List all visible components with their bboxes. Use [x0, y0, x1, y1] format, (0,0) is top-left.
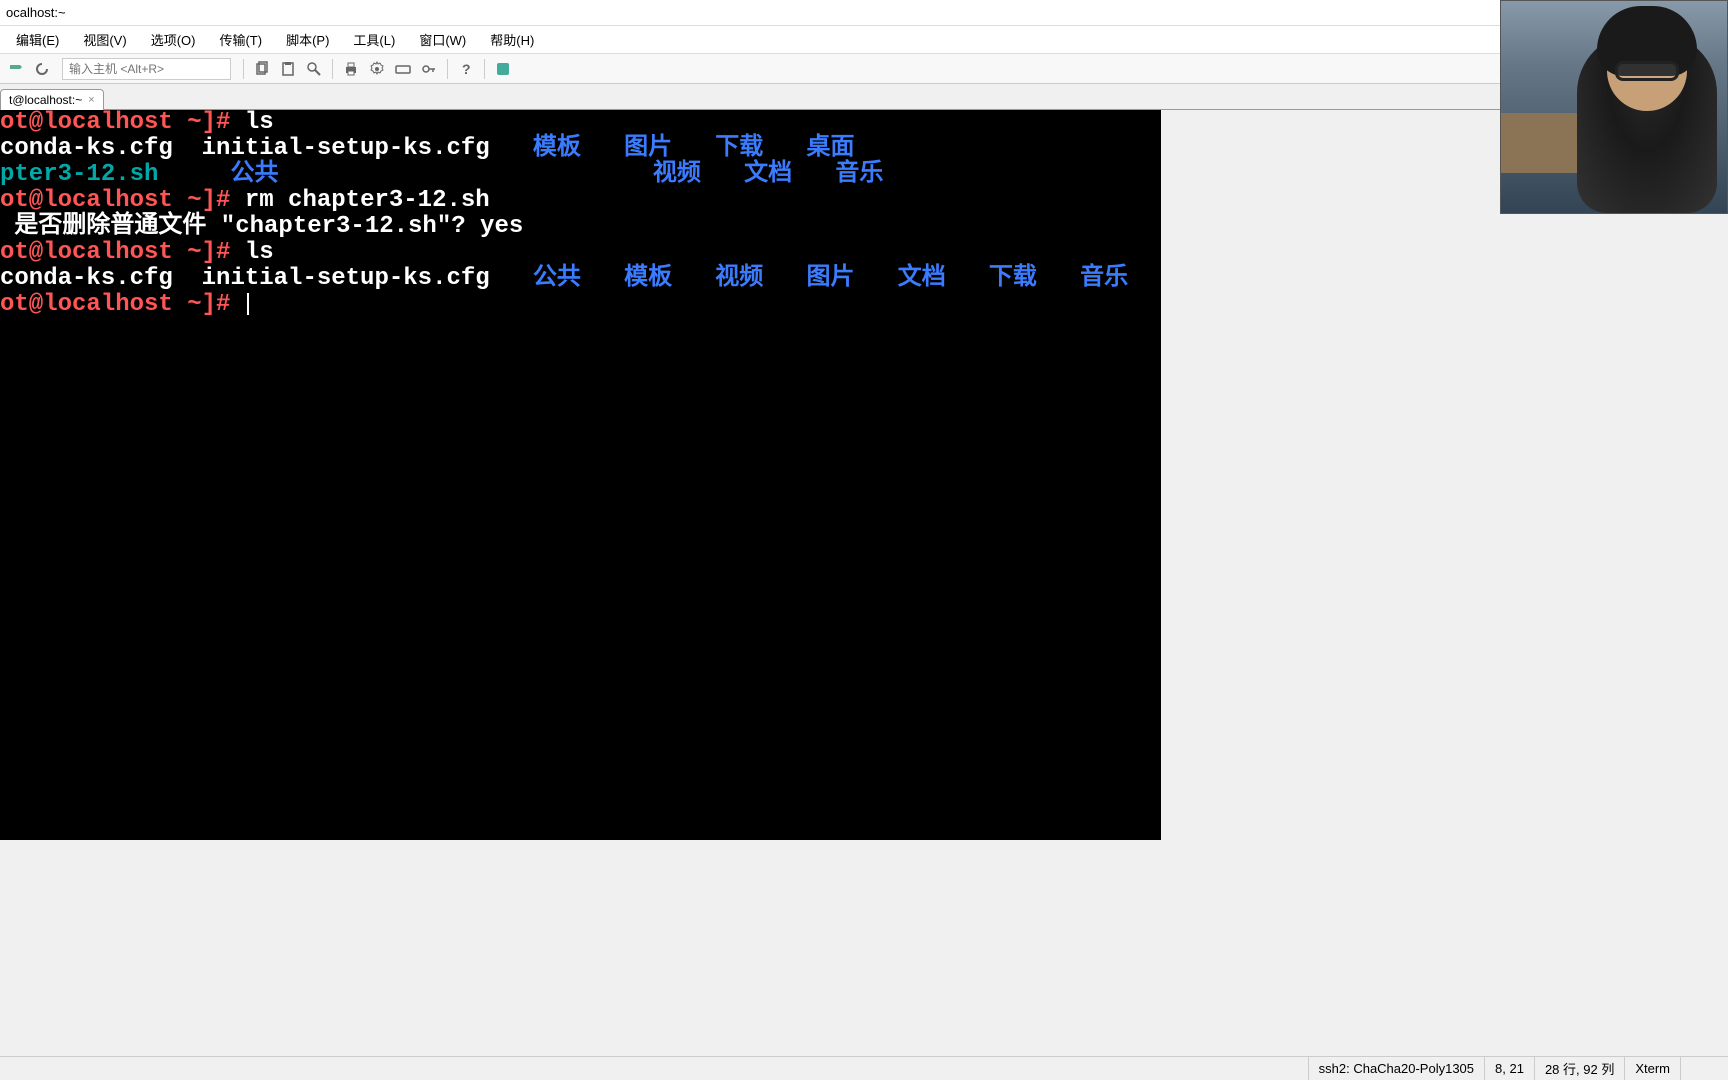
command-text: ls [245, 239, 274, 266]
reconnect-icon[interactable] [30, 57, 54, 81]
prompt: ot@localhost ~]# [0, 110, 245, 136]
help-icon[interactable]: ? [454, 57, 478, 81]
keyboard-icon[interactable] [391, 57, 415, 81]
statusbar: ssh2: ChaCha20-Poly1305 8, 21 28 行, 92 列… [0, 1056, 1728, 1080]
settings-icon[interactable] [365, 57, 389, 81]
app-icon[interactable] [491, 57, 515, 81]
menu-options[interactable]: 选项(O) [139, 26, 208, 53]
rm-confirm-text: 是否删除普通文件 "chapter3-12.sh"? yes [0, 213, 523, 240]
tab-close-icon[interactable]: × [88, 94, 94, 106]
tabbar: t@localhost:~ × [0, 84, 1728, 110]
status-cursor-pos: 8, 21 [1484, 1057, 1534, 1080]
webcam-person-glasses [1615, 61, 1679, 81]
find-icon[interactable] [302, 57, 326, 81]
connect-icon[interactable] [4, 57, 28, 81]
menu-tools[interactable]: 工具(L) [341, 26, 407, 53]
paste-icon[interactable] [276, 57, 300, 81]
svg-text:?: ? [462, 61, 471, 77]
key-icon[interactable] [417, 57, 441, 81]
tab-label: t@localhost:~ [9, 93, 82, 107]
cursor [247, 293, 249, 315]
menu-help[interactable]: 帮助(H) [478, 26, 546, 53]
copy-icon[interactable] [250, 57, 274, 81]
prompt: ot@localhost ~]# [0, 239, 245, 266]
ls-output-files: conda-ks.cfg initial-setup-ks.cfg [0, 135, 490, 162]
status-term-type: Xterm [1624, 1057, 1680, 1080]
print-icon[interactable] [339, 57, 363, 81]
ls-output-files: conda-ks.cfg initial-setup-ks.cfg [0, 265, 490, 292]
ls-output-dirs: 视频 文档 音乐 [278, 161, 883, 188]
prompt: ot@localhost ~]# [0, 187, 245, 214]
host-input[interactable] [62, 58, 231, 80]
window-title: ocalhost:~ [6, 5, 66, 20]
menu-transfer[interactable]: 传输(T) [207, 26, 274, 53]
terminal[interactable]: ot@localhost ~]# lsconda-ks.cfg initial-… [0, 110, 1161, 840]
window-titlebar: ocalhost:~ [0, 0, 1728, 26]
ls-output-script: pter3-12.sh [0, 161, 158, 188]
prompt: ot@localhost ~]# [0, 291, 245, 318]
menu-window[interactable]: 窗口(W) [407, 26, 478, 53]
command-text: ls [245, 110, 274, 136]
toolbar: ? [0, 54, 1728, 84]
ls-output-dirs: 模板 图片 下载 桌面 [490, 135, 855, 162]
status-spacer [1680, 1057, 1720, 1080]
ls-output-dirs: 公共 模板 视频 图片 文档 下载 音乐 桌面 [490, 265, 1161, 292]
ls-output-dirs: 公共 [158, 161, 278, 188]
status-size: 28 行, 92 列 [1534, 1057, 1624, 1080]
menu-view[interactable]: 视图(V) [71, 26, 138, 53]
command-text: rm chapter3-12.sh [245, 187, 490, 214]
webcam-overlay [1500, 0, 1728, 214]
status-connection: ssh2: ChaCha20-Poly1305 [1308, 1057, 1484, 1080]
toolbar-separator [484, 59, 485, 79]
session-tab[interactable]: t@localhost:~ × [0, 89, 104, 110]
toolbar-separator [243, 59, 244, 79]
menubar: 编辑(E) 视图(V) 选项(O) 传输(T) 脚本(P) 工具(L) 窗口(W… [0, 26, 1728, 54]
menu-scripts[interactable]: 脚本(P) [274, 26, 341, 53]
menu-edit[interactable]: 编辑(E) [4, 26, 71, 53]
toolbar-separator [332, 59, 333, 79]
toolbar-separator [447, 59, 448, 79]
